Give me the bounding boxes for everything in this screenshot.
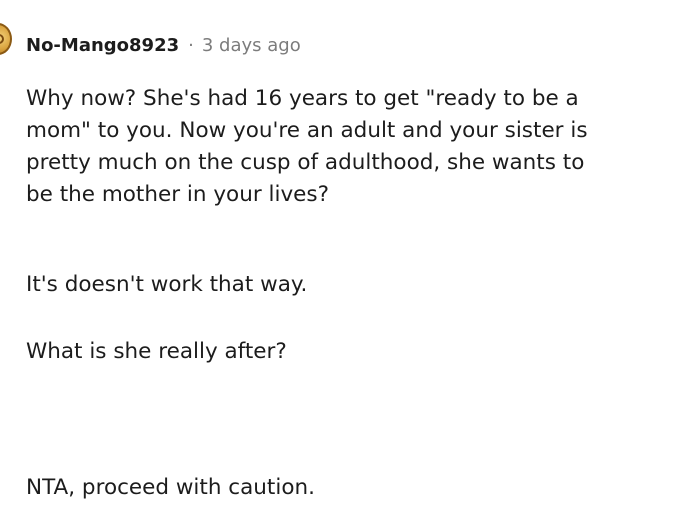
comment-line: NTA, proceed with caution. (26, 475, 315, 500)
meta-separator: · (188, 34, 194, 56)
comment-line: It's doesn't work that way. (26, 272, 308, 297)
username-link[interactable]: No-Mango8923 (26, 35, 179, 56)
comment-line: What is she really after? (26, 339, 287, 364)
comment-timestamp[interactable]: 3 days ago (202, 35, 301, 56)
comment-paragraph-1: Why now? She's had 16 years to get "read… (26, 83, 588, 211)
comment: No-Mango8923 · 3 days ago Why now? She's… (0, 0, 700, 513)
comment-paragraph-3: What is she really after? (26, 336, 287, 368)
user-avatar-icon[interactable] (0, 23, 12, 55)
comment-header: No-Mango8923 · 3 days ago (26, 33, 301, 57)
comment-line: pretty much on the cusp of adulthood, sh… (26, 150, 585, 175)
comment-line: be the mother in your lives? (26, 182, 330, 207)
comment-line: Why now? She's had 16 years to get "read… (26, 86, 579, 111)
comment-paragraph-4: NTA, proceed with caution. (26, 472, 315, 504)
comment-line: mom" to you. Now you're an adult and you… (26, 118, 588, 143)
comment-paragraph-2: It's doesn't work that way. (26, 269, 307, 301)
